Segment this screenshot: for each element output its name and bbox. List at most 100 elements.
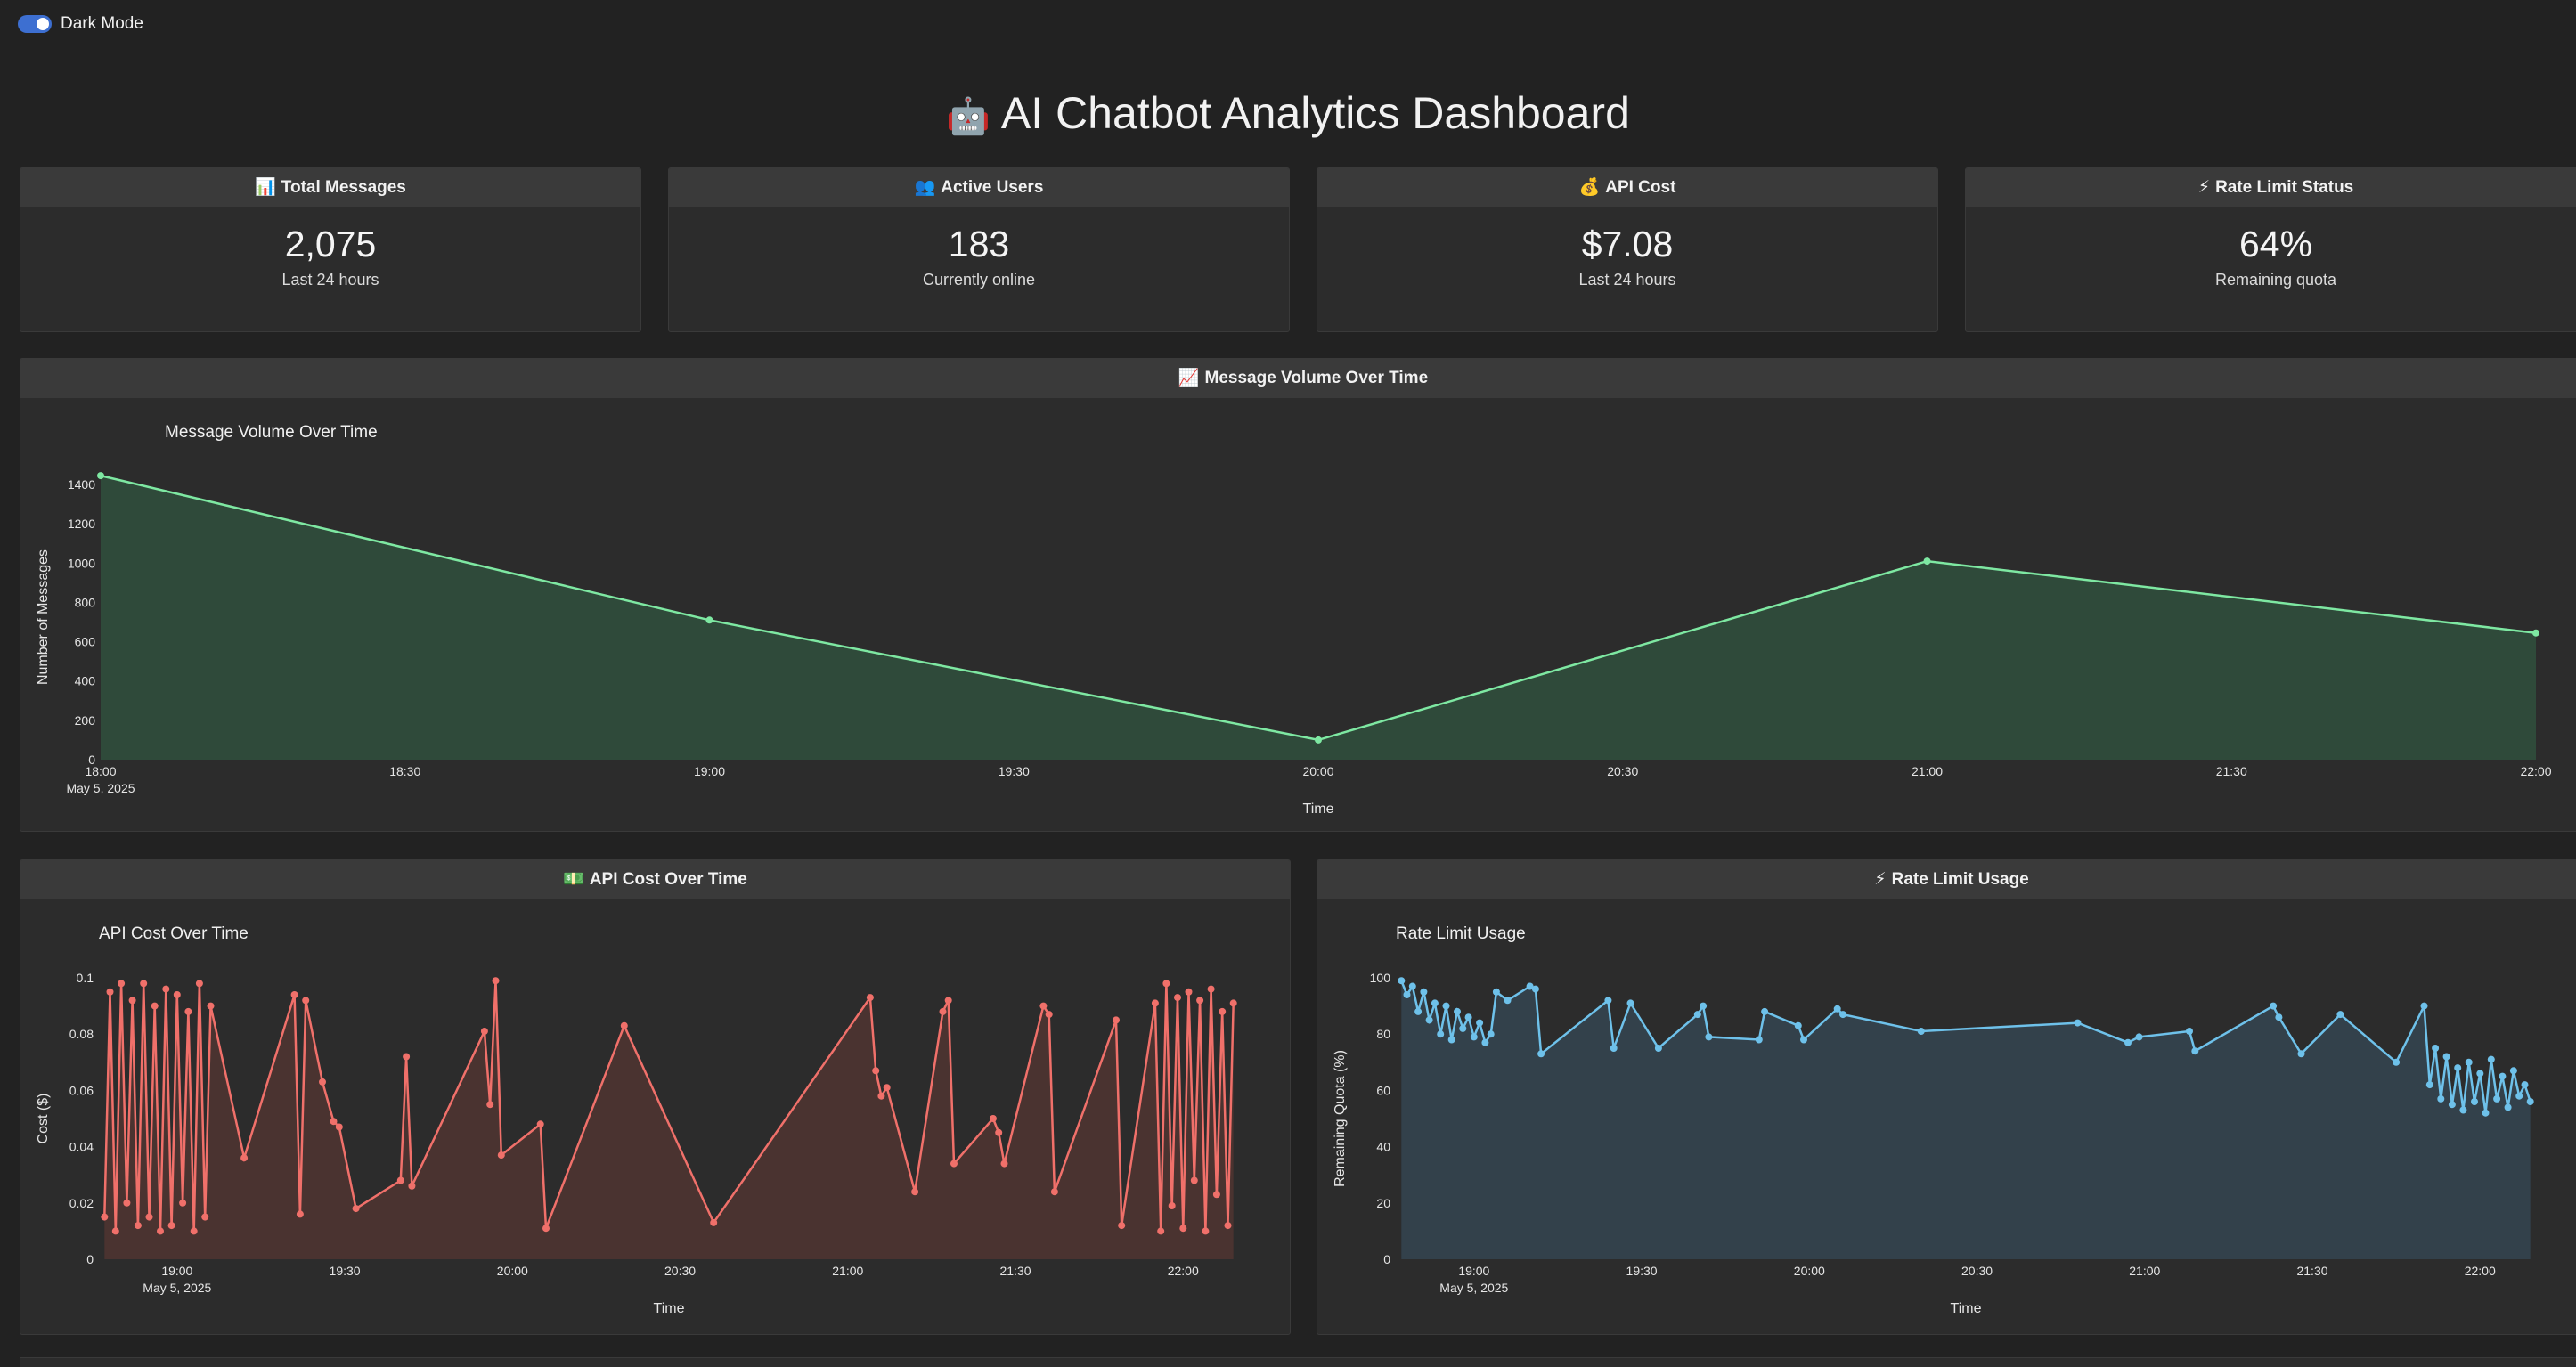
data-point[interactable] <box>2425 1081 2433 1089</box>
data-point[interactable] <box>330 1118 338 1126</box>
data-point[interactable] <box>140 980 148 988</box>
data-point[interactable] <box>2509 1067 2517 1075</box>
data-point[interactable] <box>1794 1021 1802 1029</box>
data-point[interactable] <box>1604 997 1612 1005</box>
data-point[interactable] <box>1174 994 1181 1002</box>
data-point[interactable] <box>184 1007 192 1015</box>
data-point[interactable] <box>2270 1002 2278 1010</box>
data-point[interactable] <box>1196 997 1204 1005</box>
data-point[interactable] <box>2471 1098 2478 1105</box>
data-point[interactable] <box>620 1021 628 1029</box>
data-point[interactable] <box>2393 1058 2401 1066</box>
data-point[interactable] <box>2515 1092 2523 1100</box>
data-point[interactable] <box>2275 1013 2283 1021</box>
data-point[interactable] <box>1705 1033 1713 1041</box>
data-point[interactable] <box>536 1120 544 1128</box>
data-point[interactable] <box>396 1176 404 1184</box>
data-point[interactable] <box>2437 1094 2445 1103</box>
data-point[interactable] <box>1693 1011 1701 1019</box>
data-point[interactable] <box>1151 999 1159 1007</box>
data-point[interactable] <box>2482 1109 2490 1117</box>
data-point[interactable] <box>403 1053 411 1061</box>
data-point[interactable] <box>877 1092 885 1100</box>
data-point[interactable] <box>1800 1036 1807 1044</box>
data-point[interactable] <box>1654 1045 1662 1052</box>
data-point[interactable] <box>1839 1011 1846 1019</box>
data-point[interactable] <box>134 1222 142 1230</box>
data-point[interactable] <box>123 1199 131 1207</box>
data-point[interactable] <box>1447 1036 1455 1044</box>
data-point[interactable] <box>1050 1188 1058 1196</box>
data-point[interactable] <box>1190 1176 1198 1184</box>
data-point[interactable] <box>1537 1050 1545 1058</box>
data-point[interactable] <box>480 1028 488 1035</box>
data-point[interactable] <box>118 980 126 988</box>
data-point[interactable] <box>296 1210 304 1218</box>
data-point[interactable] <box>128 997 136 1005</box>
data-point[interactable] <box>1045 1011 1053 1019</box>
data-point[interactable] <box>497 1151 505 1160</box>
data-point[interactable] <box>2191 1047 2199 1055</box>
data-point[interactable] <box>1755 1036 1763 1044</box>
data-point[interactable] <box>179 1199 187 1207</box>
data-point[interactable] <box>1202 1227 1210 1235</box>
data-point[interactable] <box>1464 1013 1472 1021</box>
data-point[interactable] <box>1442 1002 1450 1010</box>
data-point[interactable] <box>492 977 500 985</box>
rate-limit-chart[interactable]: Rate Limit Usage 0 20 40 60 80 100 19:00 May 5, … <box>1317 899 2576 1334</box>
data-point[interactable] <box>106 988 114 996</box>
data-point[interactable] <box>290 991 298 998</box>
data-point[interactable] <box>1168 1202 1176 1209</box>
data-point[interactable] <box>1229 999 1237 1007</box>
data-point[interactable] <box>2504 1103 2512 1111</box>
data-point[interactable] <box>1487 1030 1495 1038</box>
data-point[interactable] <box>101 1213 109 1221</box>
data-point[interactable] <box>201 1213 209 1221</box>
data-point[interactable] <box>2476 1070 2484 1078</box>
data-point[interactable] <box>1113 1016 1120 1024</box>
data-point[interactable] <box>2420 1002 2428 1010</box>
data-point[interactable] <box>1185 988 1193 996</box>
data-point[interactable] <box>1157 1227 1165 1235</box>
data-point[interactable] <box>705 616 713 624</box>
data-point[interactable] <box>1700 1002 1708 1010</box>
data-point[interactable] <box>195 980 203 988</box>
data-point[interactable] <box>352 1205 360 1213</box>
data-point[interactable] <box>944 997 952 1005</box>
data-point[interactable] <box>2493 1094 2501 1103</box>
data-point[interactable] <box>2521 1081 2529 1089</box>
data-point[interactable] <box>1212 1191 1220 1199</box>
data-point[interactable] <box>950 1160 958 1168</box>
data-point[interactable] <box>2499 1072 2507 1080</box>
data-point[interactable] <box>1039 1002 1048 1010</box>
data-point[interactable] <box>2074 1019 2082 1027</box>
data-point[interactable] <box>710 1218 718 1226</box>
data-point[interactable] <box>2459 1106 2467 1114</box>
data-point[interactable] <box>335 1123 343 1131</box>
data-point[interactable] <box>2448 1101 2456 1109</box>
data-point[interactable] <box>2432 1045 2440 1052</box>
data-point[interactable] <box>866 994 874 1002</box>
data-point[interactable] <box>157 1227 164 1235</box>
data-point[interactable] <box>2186 1028 2193 1035</box>
data-point[interactable] <box>995 1128 1003 1136</box>
data-point[interactable] <box>1761 1007 1769 1015</box>
data-point[interactable] <box>173 991 181 998</box>
api-cost-chart[interactable]: API Cost Over Time 0 0.02 0.04 0.06 0.08 0.1 19… <box>20 899 1290 1334</box>
data-point[interactable] <box>939 1007 947 1015</box>
data-point[interactable] <box>2465 1058 2473 1066</box>
data-point[interactable] <box>162 985 170 993</box>
data-point[interactable] <box>2135 1033 2143 1041</box>
data-point[interactable] <box>190 1227 198 1235</box>
data-point[interactable] <box>1476 1019 1484 1027</box>
data-point[interactable] <box>2487 1055 2495 1063</box>
data-point[interactable] <box>542 1225 550 1233</box>
data-point[interactable] <box>2336 1011 2344 1019</box>
message-volume-chart[interactable]: Message Volume Over Time0200400600800100… <box>20 398 2568 831</box>
data-point[interactable] <box>1917 1028 1925 1035</box>
data-point[interactable] <box>97 472 104 480</box>
data-point[interactable] <box>1207 985 1215 993</box>
data-point[interactable] <box>145 1213 153 1221</box>
data-point[interactable] <box>1610 1045 1618 1052</box>
data-point[interactable] <box>1000 1160 1008 1168</box>
